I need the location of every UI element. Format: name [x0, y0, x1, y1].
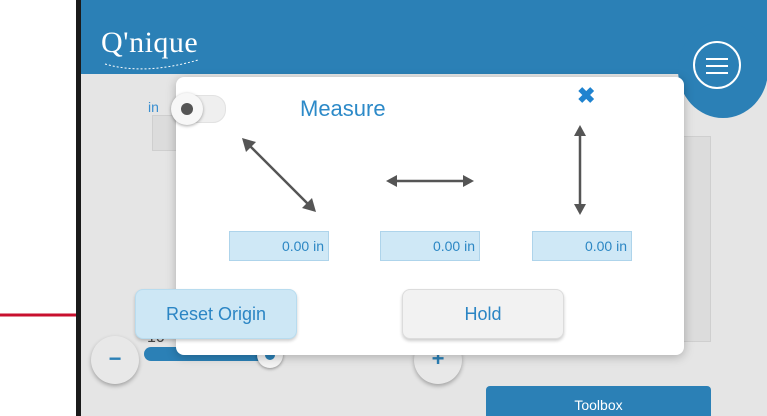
minus-button[interactable]: −: [91, 336, 139, 384]
diagonal-measure-field[interactable]: 0.00 in: [229, 231, 329, 261]
vertical-measure-field[interactable]: 0.00 in: [532, 231, 632, 261]
hold-button[interactable]: Hold: [402, 289, 564, 339]
hamburger-menu-button[interactable]: [693, 41, 741, 89]
diagonal-arrow-icon: [242, 138, 316, 212]
minus-icon: −: [108, 346, 122, 371]
units-toggle-label: in: [148, 99, 159, 115]
toolbox-button[interactable]: Toolbox: [486, 386, 711, 416]
dialog-title: Measure: [300, 96, 386, 121]
logo-swoosh-icon: [104, 59, 199, 70]
app-screen: Q'nique 10 − + Toolbox: [81, 0, 767, 416]
horizontal-arrow-icon: [386, 175, 474, 187]
horizontal-measure-field[interactable]: 0.00 in: [380, 231, 480, 261]
vertical-arrow-icon: [574, 125, 586, 215]
close-icon[interactable]: ✖: [577, 85, 595, 107]
reset-origin-button[interactable]: Reset Origin: [135, 289, 297, 339]
units-toggle-knob[interactable]: [171, 93, 203, 125]
background-panel-right: [681, 136, 711, 342]
app-header: Q'nique: [81, 0, 767, 74]
units-toggle[interactable]: [171, 93, 226, 125]
app-logo: Q'nique: [101, 26, 199, 59]
